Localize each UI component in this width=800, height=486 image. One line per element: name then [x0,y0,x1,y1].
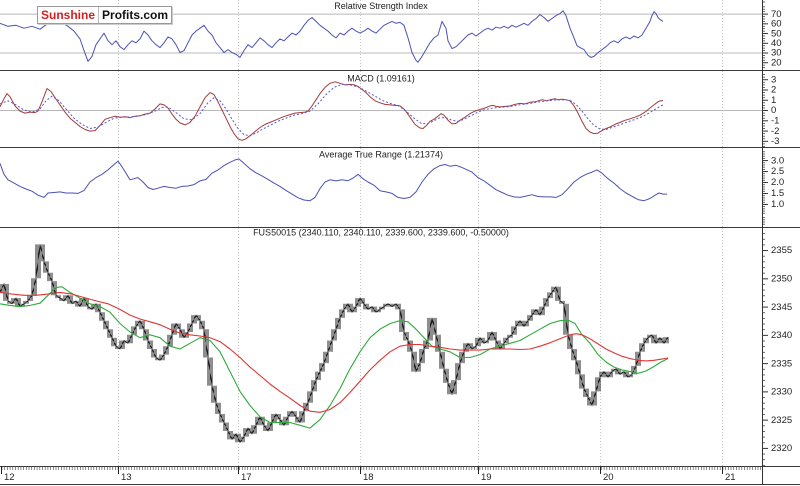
logo-sunshine-text: Sunshine [38,7,100,23]
svg-text:20: 20 [771,57,782,68]
atr-panel-title: Average True Range (1.21374) [319,150,443,160]
svg-text:2325: 2325 [771,415,792,426]
bottom-axis: 12 13 17 18 19 20 21 [1,466,762,483]
main-panel-title: FUS50015 (2340.110, 2340.110, 2339.600, … [253,228,509,238]
svg-text:19: 19 [481,472,492,483]
chart-canvas: 7060504030203210-1-2-33.02.52.01.51.0235… [0,0,800,485]
svg-text:3.0: 3.0 [771,155,784,166]
svg-text:2340: 2340 [771,330,792,341]
svg-text:2345: 2345 [771,302,792,313]
svg-text:1.5: 1.5 [771,188,784,199]
svg-text:2.0: 2.0 [771,177,784,188]
right-axis: 7060504030203210-1-2-33.02.52.01.51.0235… [762,0,792,485]
svg-text:21: 21 [725,472,736,483]
atr-panel-plot[interactable] [0,148,762,227]
svg-text:2.5: 2.5 [771,166,784,177]
svg-text:2320: 2320 [771,443,792,454]
svg-text:13: 13 [121,472,132,483]
rsi-panel-title: Relative Strength Index [334,1,428,11]
sunshineprofits-logo[interactable]: Sunshine Profits.com [37,6,173,24]
macd-panel-title: MACD (1.09161) [347,74,415,84]
logo-profits-text: Profits.com [102,8,169,22]
svg-text:2350: 2350 [771,274,792,285]
svg-text:12: 12 [4,472,15,483]
svg-text:-3: -3 [771,136,779,147]
svg-text:20: 20 [603,472,614,483]
svg-text:2355: 2355 [771,245,792,256]
svg-text:1.0: 1.0 [771,199,784,210]
svg-text:17: 17 [241,472,252,483]
svg-text:2335: 2335 [771,358,792,369]
svg-text:2330: 2330 [771,387,792,398]
main-panel-plot[interactable] [0,228,762,466]
svg-text:18: 18 [363,472,374,483]
chart-window: 70 60 50 40 30 20 3 2 1 0 -1 -2 -3 3.0 2.5 2.0 1.5 1.0 235… [0,0,800,486]
